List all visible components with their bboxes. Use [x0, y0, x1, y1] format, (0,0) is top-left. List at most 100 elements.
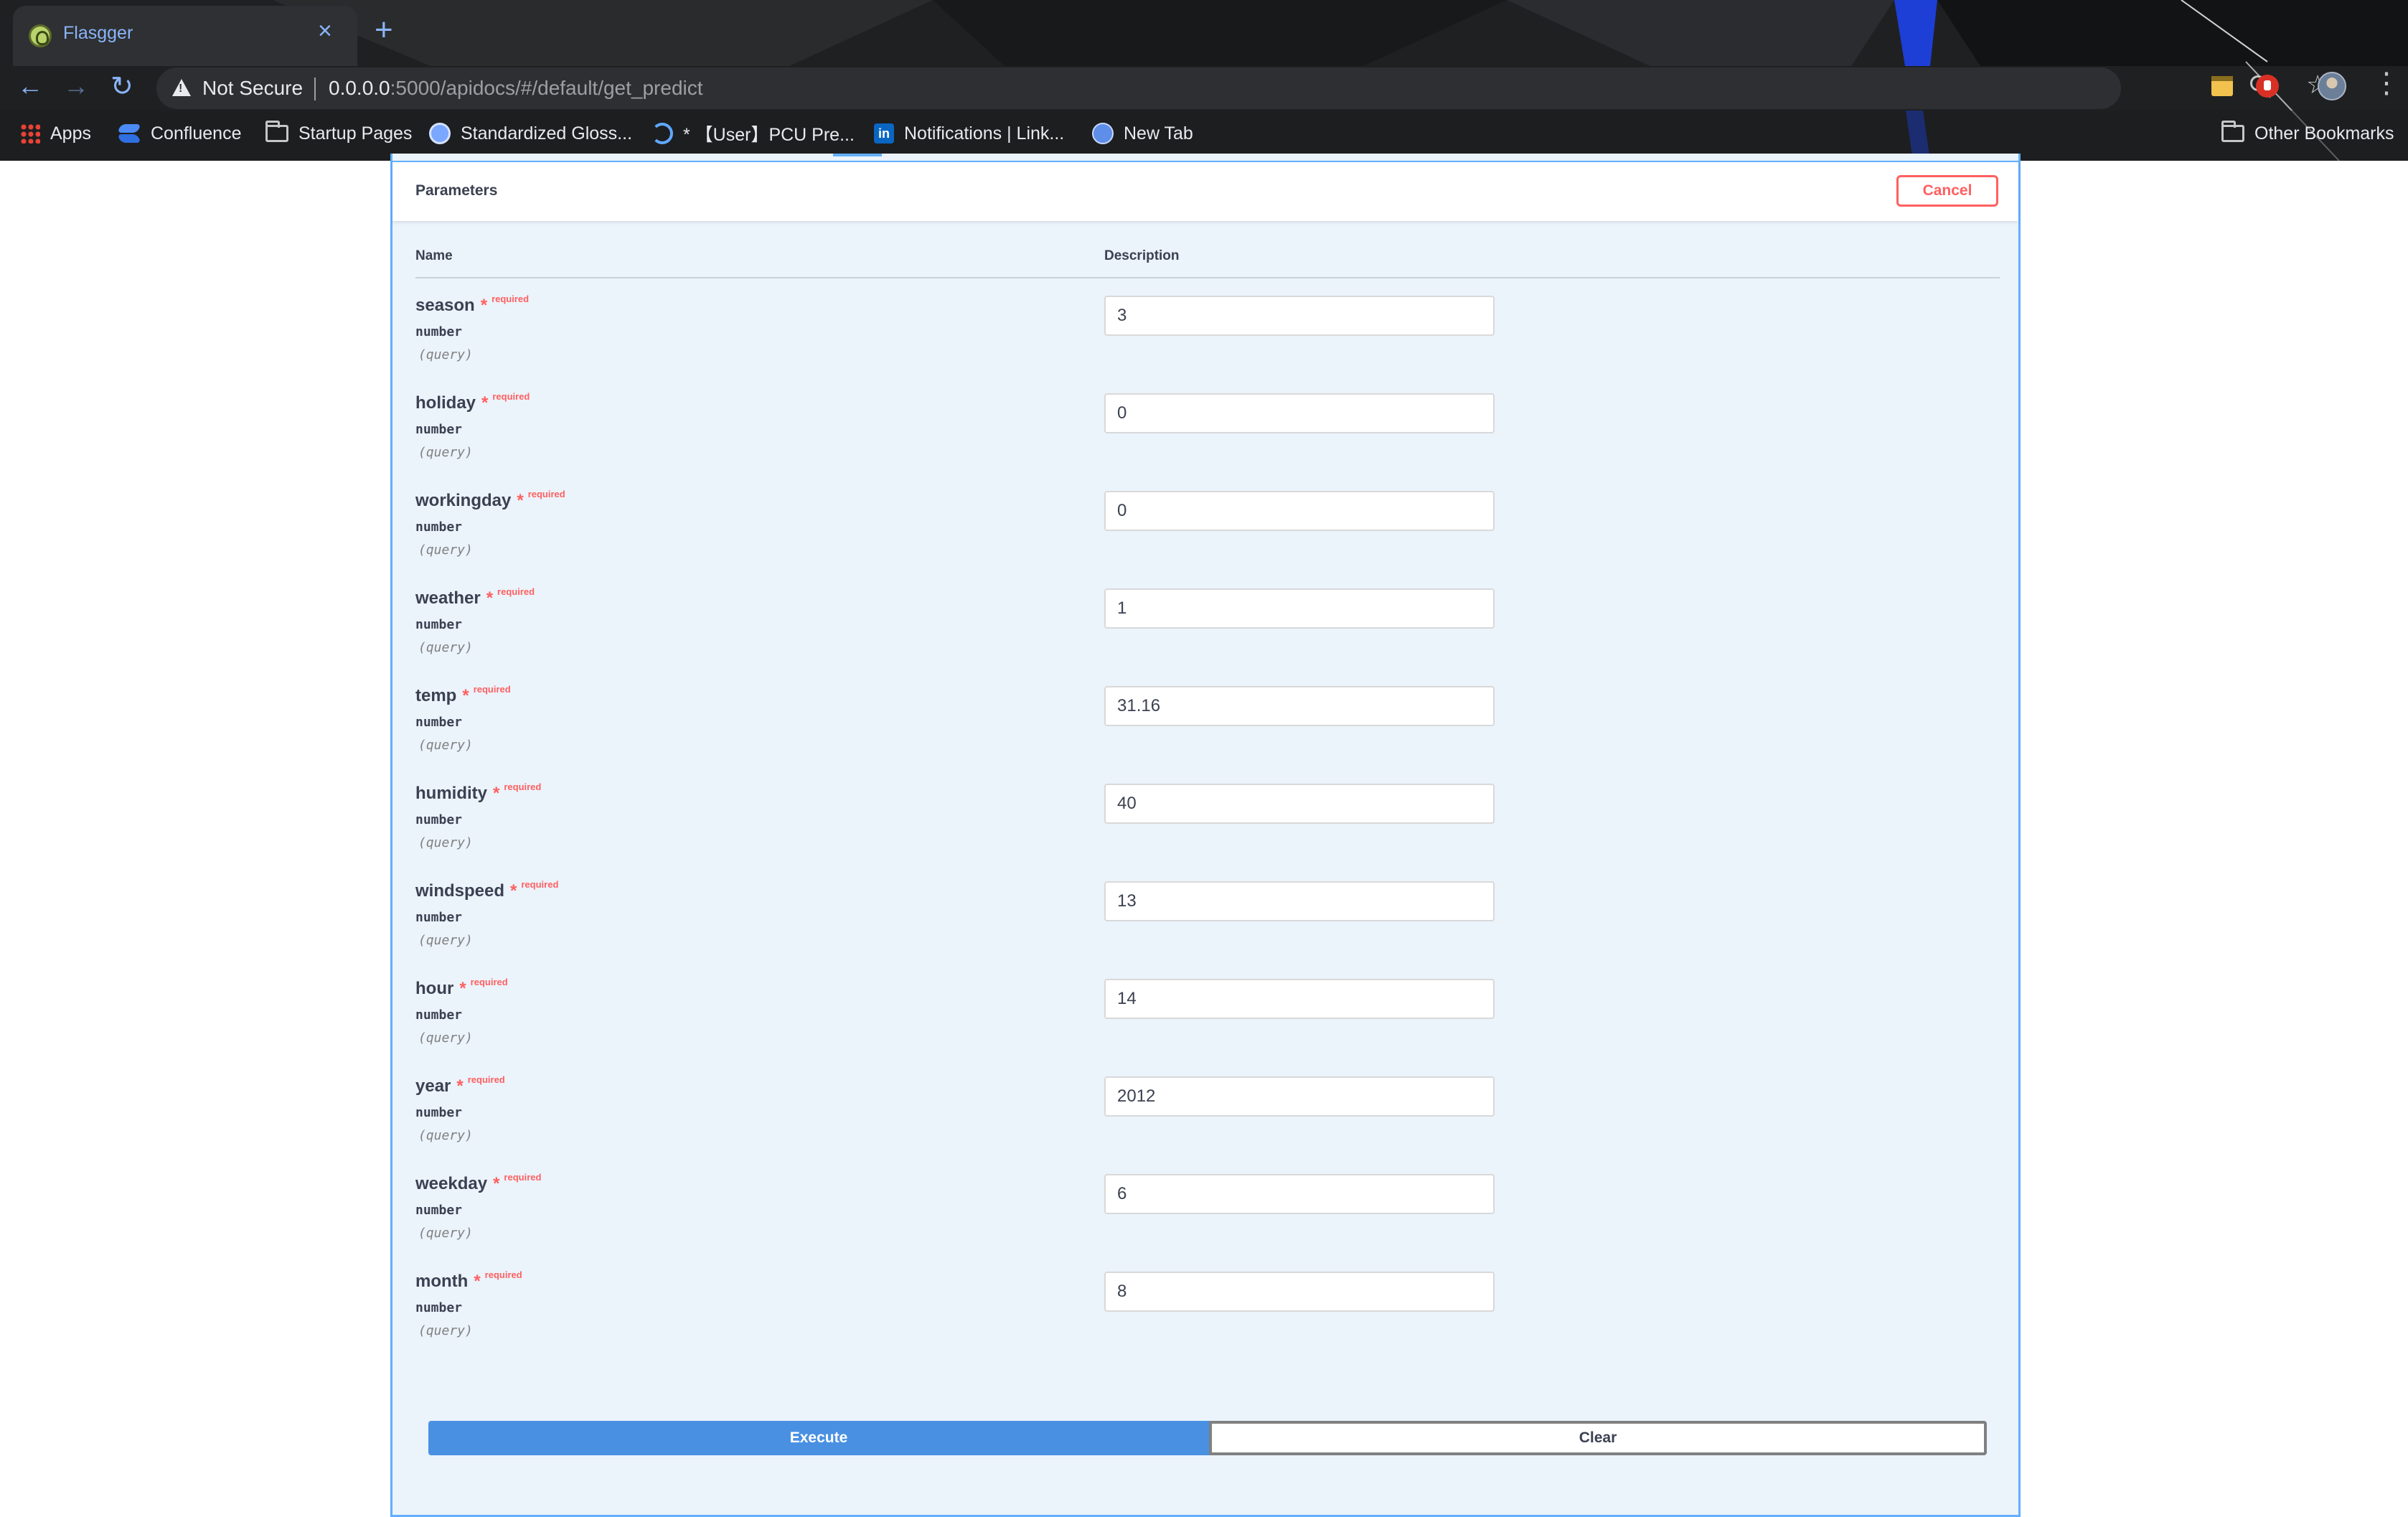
bookmark-standardized-glossary[interactable]: Standardized Gloss...: [429, 119, 632, 148]
parameter-input-year[interactable]: [1104, 1076, 1495, 1117]
parameter-name-line: hour * required: [415, 977, 508, 999]
parameter-type: number: [415, 1105, 463, 1120]
required-label: required: [504, 1172, 542, 1183]
parameter-input-season[interactable]: [1104, 296, 1495, 336]
bookmark-label: Confluence: [151, 123, 242, 144]
profile-avatar[interactable]: [2318, 72, 2346, 100]
folder-icon: [265, 121, 288, 142]
required-label: required: [492, 391, 530, 402]
parameter-name-line: holiday * required: [415, 391, 530, 413]
bookmark-startup-pages[interactable]: Startup Pages: [265, 119, 412, 148]
parameter-location: (query): [418, 445, 473, 460]
new-tab-icon[interactable]: +: [375, 14, 393, 46]
parameter-name: windspeed: [415, 881, 505, 901]
url-host: 0.0.0.0: [329, 77, 390, 99]
url-text[interactable]: 0.0.0.0:5000/apidocs/#/default/get_predi…: [329, 77, 703, 100]
required-star: *: [480, 296, 488, 315]
parameter-name: holiday: [415, 393, 476, 413]
bookmark-label: Apps: [50, 123, 91, 144]
bookmark-label: Other Bookmarks: [2254, 123, 2394, 144]
bookmark-pcu[interactable]: * 【User】PCU Pre...: [652, 119, 855, 148]
execute-actions: Execute Clear: [428, 1421, 1987, 1455]
parameter-row-month: month * required number (query): [415, 1263, 2000, 1361]
execute-button[interactable]: Execute: [428, 1421, 1209, 1455]
parameter-input-humidity[interactable]: [1104, 784, 1495, 824]
security-status[interactable]: Not Secure: [202, 77, 303, 100]
required-star: *: [486, 588, 494, 608]
parameter-row-windspeed: windspeed * required number (query): [415, 873, 2000, 970]
pcu-icon: [652, 123, 673, 144]
browser-tab[interactable]: Flasgger ×: [13, 6, 357, 66]
parameter-name: temp: [415, 686, 457, 705]
parameter-input-hour[interactable]: [1104, 979, 1495, 1019]
bookmark-label: Notifications | Link...: [904, 123, 1065, 144]
kebab-menu-icon[interactable]: ⋮: [2372, 69, 2401, 98]
bookmark-linkedin-notifications[interactable]: in Notifications | Link...: [874, 119, 1064, 148]
parameter-type: number: [415, 422, 463, 437]
apps-grid-icon: [20, 123, 40, 144]
parameter-input-weekday[interactable]: [1104, 1174, 1495, 1214]
bookmark-label: Standardized Gloss...: [461, 123, 633, 144]
notes-extension-icon[interactable]: [2211, 76, 2233, 96]
parameters-title: Parameters: [415, 182, 498, 199]
parameter-input-weather[interactable]: [1104, 588, 1495, 629]
back-arrow-icon[interactable]: ←: [17, 73, 43, 99]
bookmark-new-tab[interactable]: New Tab: [1092, 119, 1193, 148]
parameter-name-line: workingday * required: [415, 489, 565, 511]
parameter-location: (query): [418, 543, 473, 558]
tab-close-icon[interactable]: ×: [318, 19, 332, 43]
bookmark-other-bookmarks[interactable]: Other Bookmarks: [2221, 119, 2394, 148]
parameter-location: (query): [418, 1128, 473, 1143]
required-label: required: [484, 1269, 522, 1280]
reload-icon[interactable]: ↻: [110, 73, 133, 100]
address-bar[interactable]: Not Secure 0.0.0.0:5000/apidocs/#/defaul…: [156, 67, 2329, 109]
parameter-location: (query): [418, 640, 473, 655]
parameter-type: number: [415, 1008, 463, 1023]
parameter-row-humidity: humidity * required number (query): [415, 775, 2000, 873]
required-label: required: [497, 586, 535, 597]
parameter-type: number: [415, 617, 463, 632]
required-label: required: [470, 977, 508, 987]
flasgger-favicon-icon: [29, 24, 52, 47]
required-star: *: [493, 784, 500, 803]
column-header-name: Name: [415, 248, 453, 263]
parameter-location: (query): [418, 1226, 473, 1241]
parameter-type: number: [415, 910, 463, 925]
parameter-input-holiday[interactable]: [1104, 393, 1495, 433]
tab-title: Flasgger: [63, 23, 133, 43]
warning-triangle-icon: [172, 79, 191, 96]
required-star: *: [493, 1174, 500, 1193]
forward-arrow-icon[interactable]: →: [63, 73, 89, 99]
bookmark-confluence[interactable]: Confluence: [118, 119, 241, 148]
bookmark-label: * 【User】PCU Pre...: [683, 125, 855, 145]
parameter-name: weather: [415, 588, 481, 608]
browser-toolbar: ← → ↻ Not Secure 0.0.0.0:5000/apidocs/#/…: [0, 66, 2408, 111]
parameter-row-workingday: workingday * required number (query): [415, 482, 2000, 580]
parameter-input-temp[interactable]: [1104, 686, 1495, 726]
parameter-type: number: [415, 1203, 463, 1218]
stop-extension-icon[interactable]: [2256, 75, 2279, 98]
parameter-row-temp: temp * required number (query): [415, 677, 2000, 775]
required-star: *: [459, 979, 466, 998]
required-label: required: [473, 684, 511, 695]
required-star: *: [517, 491, 524, 510]
parameter-input-workingday[interactable]: [1104, 491, 1495, 531]
parameter-name-line: weather * required: [415, 586, 535, 609]
parameter-row-season: season * required number (query): [415, 287, 2000, 385]
parameters-header: Parameters Cancel: [392, 161, 2018, 221]
clear-button[interactable]: Clear: [1209, 1421, 1987, 1455]
parameter-input-month[interactable]: [1104, 1272, 1495, 1312]
parameter-row-hour: hour * required number (query): [415, 970, 2000, 1068]
parameter-row-weather: weather * required number (query): [415, 580, 2000, 677]
bookmark-apps[interactable]: Apps: [20, 119, 91, 148]
parameter-name-line: humidity * required: [415, 781, 541, 804]
cancel-button[interactable]: Cancel: [1896, 175, 1998, 207]
page-content: Parameters Cancel Name Description seaso…: [0, 154, 2408, 1517]
required-star: *: [462, 686, 469, 705]
parameter-name-line: temp * required: [415, 684, 511, 706]
parameter-name-line: weekday * required: [415, 1172, 542, 1194]
parameter-input-windspeed[interactable]: [1104, 881, 1495, 921]
parameter-name: month: [415, 1272, 469, 1291]
parameter-type: number: [415, 520, 463, 535]
folder-icon: [2221, 121, 2244, 142]
